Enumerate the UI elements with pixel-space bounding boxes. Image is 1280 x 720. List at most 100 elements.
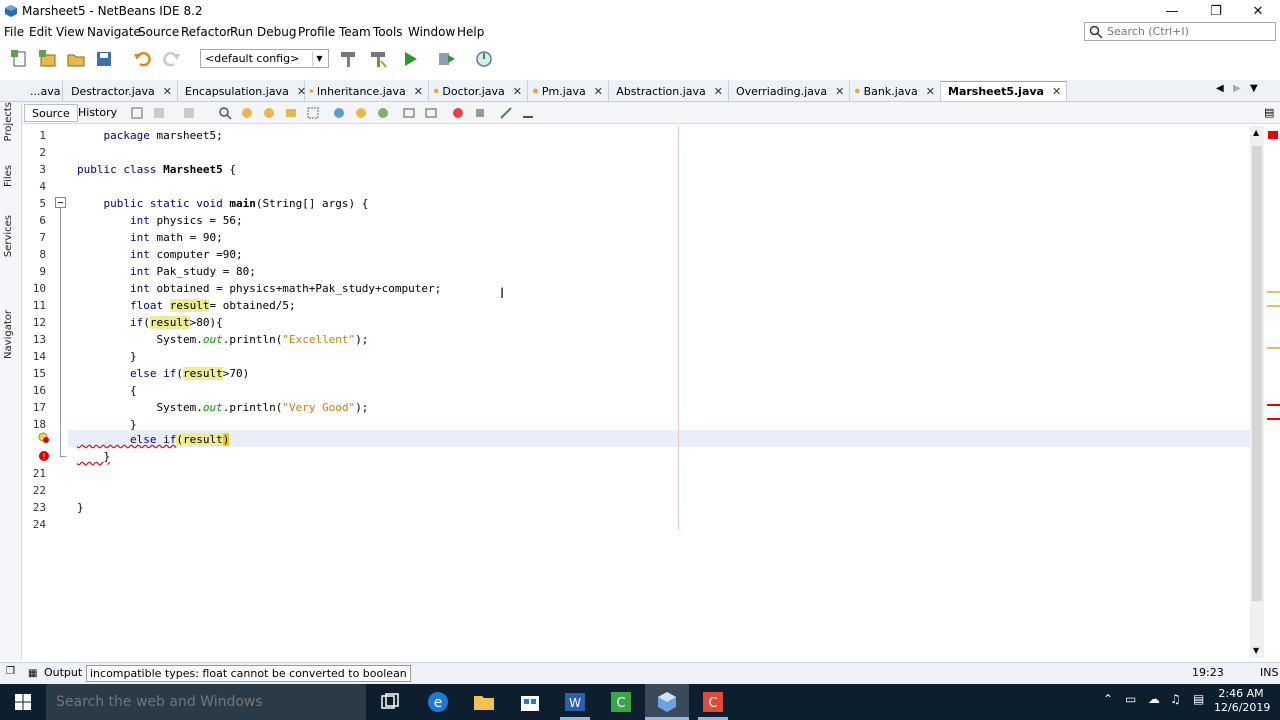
maximize-button[interactable]: ❐ — [1194, 0, 1238, 22]
redo-icon[interactable] — [161, 49, 181, 69]
battery-icon[interactable]: ▭ — [1125, 692, 1136, 706]
word-icon[interactable]: W — [563, 690, 587, 714]
error-icon[interactable]: ! — [38, 450, 50, 462]
side-panel-navigator[interactable]: Navigator — [3, 310, 14, 359]
scrollbar-thumb[interactable] — [1252, 146, 1262, 601]
side-panel-services[interactable]: Services — [3, 215, 14, 257]
menu-tools[interactable]: Tools — [373, 25, 403, 39]
error-mark[interactable] — [1267, 418, 1280, 420]
menu-run[interactable]: Run — [230, 25, 253, 39]
taskbar-search-input[interactable] — [56, 692, 356, 712]
file-explorer-icon[interactable] — [472, 690, 496, 714]
rectangular-selection-icon[interactable] — [306, 106, 320, 120]
menu-file[interactable]: File — [4, 25, 24, 39]
undo-icon[interactable] — [133, 49, 153, 69]
tab-inheritance[interactable]: Inheritance.java ✕ — [305, 81, 429, 101]
tab-destractor[interactable]: Destractor.java ✕ — [63, 81, 178, 101]
run-icon[interactable] — [400, 49, 420, 69]
store-icon[interactable] — [518, 690, 542, 714]
tab-bank[interactable]: Bank.java ✕ — [850, 81, 941, 101]
profile-icon[interactable] — [474, 49, 494, 69]
comment-icon[interactable] — [499, 106, 513, 120]
stop-macro-icon[interactable] — [473, 106, 487, 120]
tab-scroll-right-icon[interactable]: ▶ — [1233, 83, 1241, 94]
menu-help[interactable]: Help — [457, 25, 484, 39]
menu-source[interactable]: Source — [138, 25, 179, 39]
fold-collapse-icon[interactable] — [55, 197, 66, 208]
debug-icon[interactable] — [436, 49, 456, 69]
close-icon[interactable]: ✕ — [714, 85, 723, 98]
search-input[interactable] — [1107, 24, 1271, 39]
scroll-up-icon[interactable]: ▲ — [1253, 128, 1259, 137]
config-select[interactable]: <default config> ▼ — [200, 49, 329, 68]
task-view-icon[interactable] — [378, 690, 402, 714]
side-panel-files[interactable]: Files — [3, 165, 14, 187]
tab-truncated[interactable]: ...ava — [30, 81, 63, 101]
tray-chevron-up-icon[interactable]: ⌃ — [1103, 692, 1113, 706]
tab-doctor[interactable]: Doctor.java ✕ — [429, 81, 528, 101]
taskbar-clock[interactable]: 2:46 AM 12/6/2019 — [1214, 687, 1270, 715]
close-icon[interactable]: ✕ — [414, 85, 423, 98]
error-mark[interactable] — [1267, 404, 1280, 406]
toggle-highlight-icon[interactable] — [284, 106, 298, 120]
output-tab[interactable]: ▦ Output — [24, 664, 86, 682]
previous-bookmark-icon[interactable] — [332, 106, 346, 120]
tab-marsheet5[interactable]: Marsheet5.java ✕ — [941, 81, 1067, 101]
occurrence-mark[interactable] — [1267, 291, 1280, 293]
side-panel-projects[interactable]: Projects — [3, 102, 14, 141]
menu-edit[interactable]: Edit — [29, 25, 52, 39]
close-icon[interactable]: ✕ — [926, 85, 935, 98]
close-icon[interactable]: ✕ — [513, 85, 522, 98]
build-hammer-icon[interactable] — [338, 49, 358, 69]
occurrence-mark[interactable] — [1267, 347, 1280, 349]
netbeans-taskbar-icon[interactable] — [655, 690, 679, 714]
error-summary-mark[interactable] — [1268, 131, 1278, 139]
close-icon[interactable]: ✕ — [835, 85, 844, 98]
close-icon[interactable]: ✕ — [1052, 85, 1061, 98]
menu-debug[interactable]: Debug — [257, 25, 296, 39]
camtasia-red-icon[interactable]: C — [701, 690, 725, 714]
split-editor-icon[interactable]: ▤ — [1264, 106, 1274, 119]
menu-window[interactable]: Window — [408, 25, 455, 39]
camtasia-green-icon[interactable]: C — [609, 690, 633, 714]
minimize-button[interactable]: — — [1150, 0, 1194, 22]
new-project-icon[interactable] — [38, 49, 58, 69]
tab-list-icon[interactable]: ▼ — [1250, 83, 1258, 94]
shift-left-icon[interactable] — [402, 106, 416, 120]
ide-search[interactable] — [1084, 22, 1276, 41]
find-next-icon[interactable] — [262, 106, 276, 120]
close-icon[interactable]: ✕ — [163, 85, 172, 98]
menu-profile[interactable]: Profile — [298, 25, 335, 39]
forward-icon[interactable] — [182, 106, 196, 120]
tab-source[interactable]: Source — [24, 104, 78, 122]
open-project-icon[interactable] — [66, 49, 86, 69]
tab-encapsulation[interactable]: Encapsulation.java ✕ — [178, 81, 306, 101]
volume-icon[interactable]: ♫ — [1170, 692, 1181, 706]
edge-browser-icon[interactable]: e — [426, 690, 450, 714]
toggle-bookmark-icon[interactable] — [376, 106, 390, 120]
back-icon[interactable] — [152, 106, 166, 120]
menu-team[interactable]: Team — [339, 25, 371, 39]
menu-refactor[interactable]: Refactor — [181, 25, 231, 39]
restore-window-icon[interactable]: ❐ — [6, 666, 15, 677]
new-file-icon[interactable] — [10, 49, 30, 69]
close-button[interactable]: ✕ — [1236, 0, 1280, 22]
find-icon[interactable] — [218, 106, 232, 120]
tab-scroll-left-icon[interactable]: ◀ — [1216, 83, 1224, 94]
taskbar-search[interactable] — [46, 684, 366, 720]
tab-pm[interactable]: Pm.java ✕ — [528, 81, 609, 101]
notifications-icon[interactable]: ▤ — [1193, 692, 1204, 706]
shift-right-icon[interactable] — [424, 106, 438, 120]
tab-overriading[interactable]: Overriading.java ✕ — [729, 81, 850, 101]
tab-abstraction[interactable]: Abstraction.java ✕ — [609, 81, 729, 101]
start-button[interactable] — [0, 684, 46, 720]
error-stripe[interactable] — [1264, 126, 1280, 658]
next-bookmark-icon[interactable] — [354, 106, 368, 120]
find-previous-icon[interactable] — [240, 106, 254, 120]
tab-history[interactable]: History — [71, 104, 124, 122]
clean-build-icon[interactable] — [368, 49, 388, 69]
uncomment-icon[interactable] — [521, 106, 535, 120]
menu-navigate[interactable]: Navigate — [87, 25, 141, 39]
start-macro-icon[interactable] — [451, 106, 465, 120]
last-edit-icon[interactable] — [130, 106, 144, 120]
